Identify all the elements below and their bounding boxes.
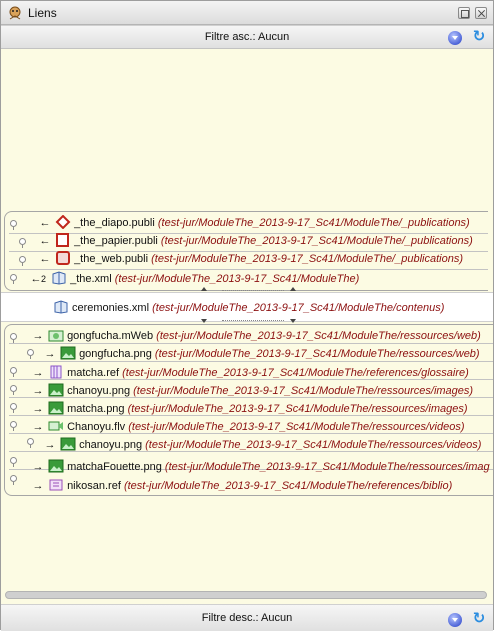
current-item-path: (test-jur/ModuleThe_2013-9-17_Sc41/Modul… [152,302,445,314]
link-arrow-icon: ← [39,217,51,229]
item-path: (test-jur/ModuleThe_2013-9-17_Sc41/Modul… [154,348,480,360]
list-item[interactable]: → nikosan.ref (test-jur/ModuleThe_2013-9… [31,478,452,495]
item-path: (test-jur/ModuleThe_2013-9-17_Sc41/Modul… [114,273,360,285]
item-path: (test-jur/ModuleThe_2013-9-17_Sc41/Modul… [127,403,468,415]
link-arrow-icon: → [32,330,44,342]
link-arrow-icon: ← [39,235,51,247]
item-name: matcha.png [67,403,125,415]
item-name: Chanoyu.flv [67,421,126,433]
item-path: (test-jur/ModuleThe_2013-9-17_Sc41/Modul… [151,253,463,265]
video-icon [48,421,64,431]
png-image-icon [48,401,64,415]
list-item[interactable]: → matcha.ref (test-jur/ModuleThe_2013-9-… [31,365,469,382]
list-item[interactable]: ← _the_web.publi (test-jur/ModuleThe_201… [38,251,463,268]
reference-icon [49,479,63,491]
refresh-icon[interactable]: ↻ [471,611,487,627]
item-name: chanoyu.png [67,385,131,397]
filter-menu-icon[interactable] [448,613,462,627]
xml-document-icon [54,300,68,314]
horizontal-scrollbar[interactable] [5,591,487,599]
descendant-filter-bar: Filtre desc.: Aucun ↻ [1,604,493,631]
window-title: Liens [28,6,57,20]
item-path: (test-jur/ModuleThe_2013-9-17_Sc41/Modul… [122,367,469,379]
link-arrow-icon: → [32,367,44,379]
collapse-down-icon[interactable] [290,319,296,323]
item-path: (test-jur/ModuleThe_2013-9-17_Sc41/Modul… [160,235,473,247]
item-name: _the_papier.publi [74,235,158,247]
link-arrow-icon: ← [39,253,51,265]
item-path: (test-jur/ModuleThe_2013-9-17_Sc41/Modul… [128,421,465,433]
list-item[interactable]: ← _the_diapo.publi (test-jur/ModuleThe_2… [38,215,470,232]
current-item-row[interactable]: ceremonies.xml (test-jur/ModuleThe_2013-… [1,292,493,322]
link-arrow-icon: → [32,421,44,433]
item-name: _the.xml [70,273,112,285]
close-button[interactable] [475,7,487,19]
reference-icon [50,365,62,379]
ascendant-filter-label: Filtre asc.: Aucun [204,31,290,43]
list-item[interactable]: → chanoyu.png (test-jur/ModuleThe_2013-9… [31,383,473,400]
item-name: _the_web.publi [74,253,149,265]
item-name: matchaFouette.png [67,461,162,473]
list-item[interactable]: ←2 _the.xml (test-jur/ModuleThe_2013-9-1… [29,271,359,288]
list-item[interactable]: → gongfucha.mWeb (test-jur/ModuleThe_201… [31,328,481,345]
item-name: chanoyu.png [79,439,143,451]
item-name: nikosan.ref [67,480,121,492]
item-path: (test-jur/ModuleThe_2013-9-17_Sc41/Modul… [164,461,490,473]
restore-button[interactable] [458,7,470,19]
list-item[interactable]: → chanoyu.png (test-jur/ModuleThe_2013-9… [43,437,481,454]
descendant-filter-label: Filtre desc.: Aucun [201,612,293,624]
list-item[interactable]: → matchaFouette.png (test-jur/ModuleThe_… [31,459,490,476]
collapse-up-icon[interactable] [290,287,296,291]
publication-icon [56,233,70,247]
collapse-down-icon[interactable] [201,319,207,323]
web-module-icon [48,330,64,342]
item-name: gongfucha.mWeb [67,330,154,342]
links-panel: Liens Filtre asc.: Aucun ↻ ← _the_diapo.… [0,0,494,631]
link-arrow-icon: → [44,348,56,360]
item-path: (test-jur/ModuleThe_2013-9-17_Sc41/Modul… [123,480,453,492]
list-item[interactable]: ← _the_papier.publi (test-jur/ModuleThe_… [38,233,473,250]
refresh-icon[interactable]: ↻ [471,29,487,45]
link-count: 2 [41,274,47,284]
current-item[interactable]: ceremonies.xml (test-jur/ModuleThe_2013-… [53,300,444,317]
list-item[interactable]: → Chanoyu.flv (test-jur/ModuleThe_2013-9… [31,419,465,436]
png-image-icon [48,383,64,397]
link-arrow-icon: → [32,385,44,397]
collapse-up-icon[interactable] [201,287,207,291]
item-path: (test-jur/ModuleThe_2013-9-17_Sc41/Modul… [156,330,481,342]
item-path: (test-jur/ModuleThe_2013-9-17_Sc41/Modul… [133,385,474,397]
item-name: matcha.ref [67,367,120,379]
ascendant-filter-bar: Filtre asc.: Aucun ↻ [1,25,493,49]
title-bar: Liens [1,1,493,25]
filter-menu-icon[interactable] [448,31,462,45]
link-arrow-icon: → [44,439,56,451]
publication-icon [55,215,71,229]
xml-document-icon [52,271,66,285]
item-path: (test-jur/ModuleThe_2013-9-17_Sc41/Modul… [145,439,482,451]
list-item[interactable]: → matcha.png (test-jur/ModuleThe_2013-9-… [31,401,468,418]
png-image-icon [60,346,76,360]
item-path: (test-jur/ModuleThe_2013-9-17_Sc41/Modul… [157,217,470,229]
link-arrow-icon: → [32,480,44,492]
app-icon [9,6,21,20]
item-name: _the_diapo.publi [74,217,155,229]
list-item[interactable]: → gongfucha.png (test-jur/ModuleThe_2013… [43,346,480,363]
item-name: gongfucha.png [79,348,152,360]
link-arrow-icon: → [32,403,44,415]
png-image-icon [48,459,64,473]
png-image-icon [60,437,76,451]
link-arrow-icon: → [32,461,44,473]
current-item-name: ceremonies.xml [72,302,150,314]
publication-icon [56,251,71,265]
